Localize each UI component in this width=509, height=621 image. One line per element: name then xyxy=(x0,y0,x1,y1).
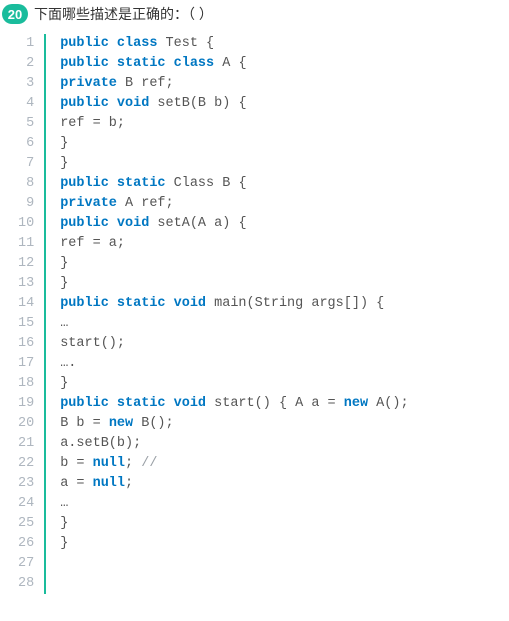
line-number: 22 xyxy=(18,454,34,474)
question-header: 20 下面哪些描述是正确的：（ ） xyxy=(0,0,509,32)
line-number: 11 xyxy=(18,234,34,254)
line-number: 20 xyxy=(18,414,34,434)
line-number: 15 xyxy=(18,314,34,334)
code-line: } xyxy=(60,154,408,174)
line-number: 12 xyxy=(18,254,34,274)
code-line: private B ref; xyxy=(60,74,408,94)
code-line: public static Class B { xyxy=(60,174,408,194)
code-line: start(); xyxy=(60,334,408,354)
code-line: public class Test { xyxy=(60,34,408,54)
code-line: ref = b; xyxy=(60,114,408,134)
code-line: … xyxy=(60,494,408,514)
line-number: 25 xyxy=(18,514,34,534)
line-number: 18 xyxy=(18,374,34,394)
code-line: public static void start() { A a = new A… xyxy=(60,394,408,414)
code-line: … xyxy=(60,314,408,334)
code-line: public static void main(String args[]) { xyxy=(60,294,408,314)
code-line: b = null; // xyxy=(60,454,408,474)
code-line: private A ref; xyxy=(60,194,408,214)
line-number: 13 xyxy=(18,274,34,294)
code-line: } xyxy=(60,514,408,534)
line-number: 24 xyxy=(18,494,34,514)
line-number: 27 xyxy=(18,554,34,574)
line-number: 2 xyxy=(18,54,34,74)
code-line: a = null; xyxy=(60,474,408,494)
line-number: 8 xyxy=(18,174,34,194)
line-number: 14 xyxy=(18,294,34,314)
code-line: a.setB(b); xyxy=(60,434,408,454)
code-line xyxy=(60,574,408,594)
code-line: public void setA(A a) { xyxy=(60,214,408,234)
line-number: 7 xyxy=(18,154,34,174)
code-line: } xyxy=(60,374,408,394)
line-number: 26 xyxy=(18,534,34,554)
code-line: B b = new B(); xyxy=(60,414,408,434)
question-text: 下面哪些描述是正确的：（ ） xyxy=(34,4,213,24)
line-number: 17 xyxy=(18,354,34,374)
line-number: 1 xyxy=(18,34,34,54)
line-number: 16 xyxy=(18,334,34,354)
question-number-badge: 20 xyxy=(2,4,28,24)
line-number: 21 xyxy=(18,434,34,454)
code-content: public class Test {public static class A… xyxy=(46,34,408,594)
code-line: } xyxy=(60,254,408,274)
code-line: …. xyxy=(60,354,408,374)
line-number: 19 xyxy=(18,394,34,414)
line-number: 5 xyxy=(18,114,34,134)
line-number: 9 xyxy=(18,194,34,214)
line-number: 4 xyxy=(18,94,34,114)
line-number: 28 xyxy=(18,574,34,594)
code-line: } xyxy=(60,134,408,154)
code-line: } xyxy=(60,534,408,554)
code-line: ref = a; xyxy=(60,234,408,254)
code-block: 1234567891011121314151617181920212223242… xyxy=(0,32,509,600)
line-number: 6 xyxy=(18,134,34,154)
line-number-gutter: 1234567891011121314151617181920212223242… xyxy=(18,34,46,594)
line-number: 3 xyxy=(18,74,34,94)
code-line xyxy=(60,554,408,574)
line-number: 10 xyxy=(18,214,34,234)
line-number: 23 xyxy=(18,474,34,494)
code-line: } xyxy=(60,274,408,294)
code-line: public void setB(B b) { xyxy=(60,94,408,114)
code-line: public static class A { xyxy=(60,54,408,74)
